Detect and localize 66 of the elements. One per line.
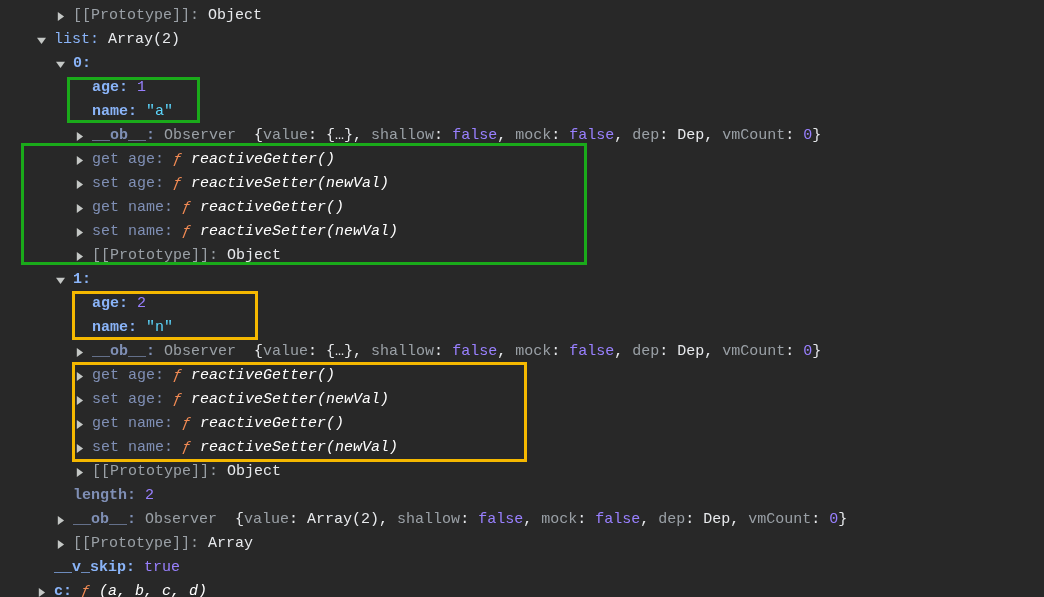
- property-value: ƒ reactiveGetter(): [182, 414, 345, 434]
- caret-right-icon[interactable]: [75, 443, 84, 453]
- property-key: __ob__:: [73, 508, 136, 532]
- caret-right-icon[interactable]: [75, 395, 84, 405]
- caret-right-icon[interactable]: [75, 419, 84, 429]
- property-value: 2: [145, 486, 155, 506]
- property-key: __ob__:: [92, 124, 155, 148]
- property-key: get name:: [92, 412, 173, 436]
- property-key: age:: [92, 76, 128, 100]
- caret-right-icon[interactable]: [75, 251, 84, 261]
- property-key: 1:: [73, 268, 91, 292]
- property-value: "n": [146, 318, 174, 338]
- property-value: Observer {value: {…}, shallow: false, mock: false, dep: Dep, vmCount: 0}: [164, 342, 822, 362]
- caret-down-icon[interactable]: [56, 275, 65, 285]
- caret-right-icon[interactable]: [75, 467, 84, 477]
- property-value: ƒ reactiveGetter(): [173, 366, 336, 386]
- caret-right-icon[interactable]: [56, 11, 65, 21]
- property-value: ƒ reactiveGetter(): [173, 150, 336, 170]
- caret-right-icon[interactable]: [75, 371, 84, 381]
- property-value: Array: [208, 534, 254, 554]
- property-key: [[Prototype]]:: [73, 4, 200, 28]
- property-key: get name:: [92, 196, 173, 220]
- property-value: ƒ reactiveSetter(newVal): [173, 174, 390, 194]
- caret-down-icon[interactable]: [56, 59, 65, 69]
- property-value: Observer {value: {…}, shallow: false, mock: false, dep: Dep, vmCount: 0}: [164, 126, 822, 146]
- property-key: set name:: [92, 436, 173, 460]
- property-key: set age:: [92, 172, 164, 196]
- property-key: name:: [92, 316, 137, 340]
- property-key: [[Prototype]]:: [92, 244, 219, 268]
- property-value: ƒ reactiveSetter(newVal): [173, 390, 390, 410]
- caret-right-icon[interactable]: [56, 515, 65, 525]
- property-key: name:: [92, 100, 137, 124]
- caret-right-icon[interactable]: [37, 587, 46, 597]
- property-key: get age:: [92, 364, 164, 388]
- property-key: [[Prototype]]:: [92, 460, 219, 484]
- caret-right-icon[interactable]: [75, 131, 84, 141]
- property-key: age:: [92, 292, 128, 316]
- property-value: true: [144, 558, 181, 578]
- property-key: get age:: [92, 148, 164, 172]
- property-value: Object: [227, 462, 282, 482]
- caret-down-icon[interactable]: [37, 35, 46, 45]
- property-key: length:: [73, 484, 136, 508]
- caret-right-icon[interactable]: [75, 347, 84, 357]
- property-key: set name:: [92, 220, 173, 244]
- caret-right-icon[interactable]: [56, 539, 65, 549]
- caret-right-icon[interactable]: [75, 203, 84, 213]
- caret-right-icon[interactable]: [75, 155, 84, 165]
- property-value: Array(2): [108, 30, 181, 50]
- caret-right-icon[interactable]: [75, 227, 84, 237]
- property-key: __ob__:: [92, 340, 155, 364]
- property-value: Observer {value: Array(2), shallow: false, mock: false, dep: Dep, vmCount: 0}: [145, 510, 848, 530]
- property-value: Object: [227, 246, 282, 266]
- property-key: [[Prototype]]:: [73, 532, 200, 556]
- property-value: ƒ reactiveSetter(newVal): [182, 222, 399, 242]
- property-value: 2: [137, 294, 147, 314]
- property-value: Object: [208, 6, 263, 26]
- property-key: list:: [54, 28, 99, 52]
- property-value: ƒ reactiveSetter(newVal): [182, 438, 399, 458]
- caret-right-icon[interactable]: [75, 179, 84, 189]
- property-value: 1: [137, 78, 147, 98]
- property-key: __v_skip:: [54, 556, 135, 580]
- property-value: ƒ reactiveGetter(): [182, 198, 345, 218]
- property-value: "a": [146, 102, 174, 122]
- property-key: c:: [54, 580, 72, 597]
- property-key: set age:: [92, 388, 164, 412]
- property-key: 0:: [73, 52, 91, 76]
